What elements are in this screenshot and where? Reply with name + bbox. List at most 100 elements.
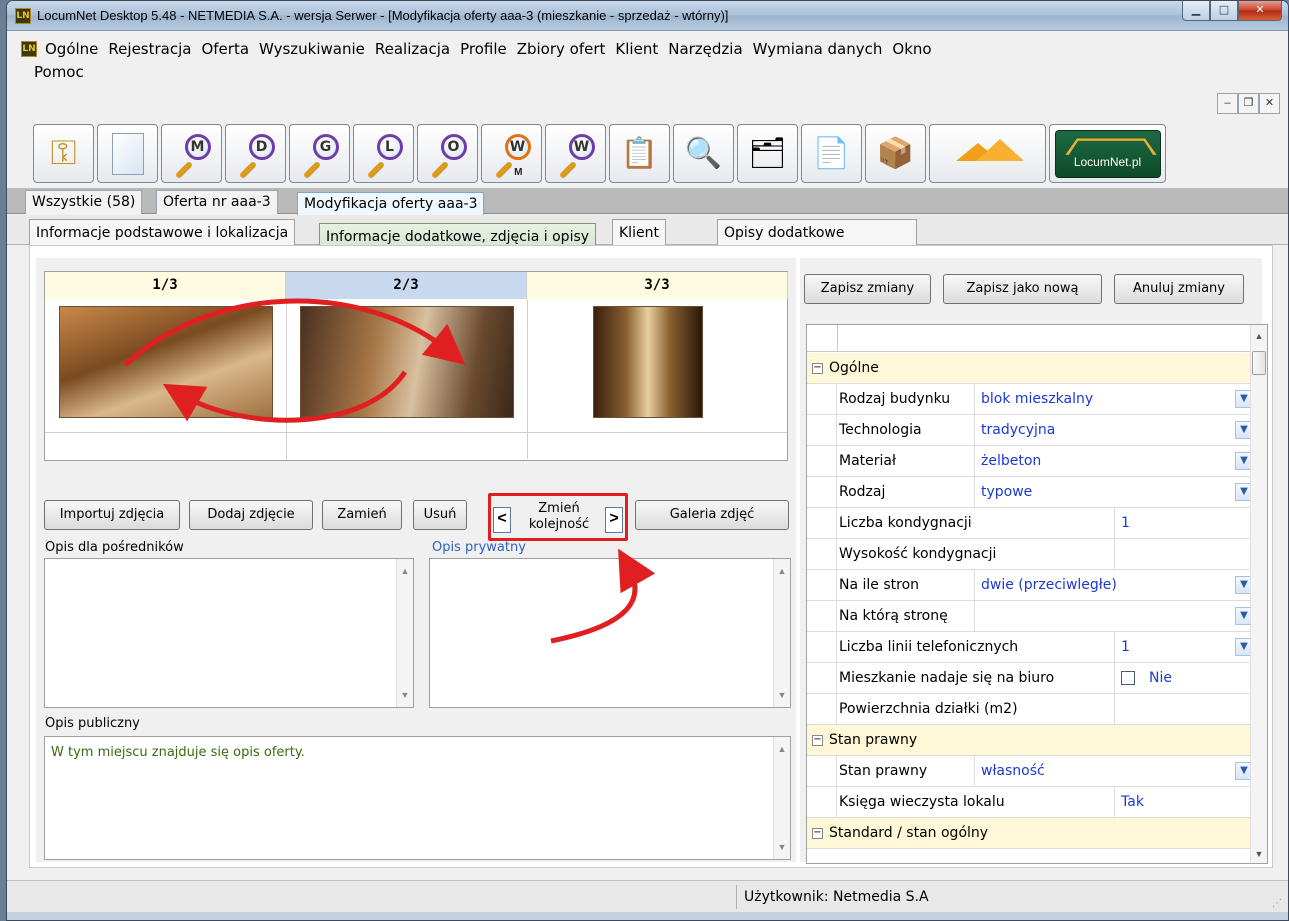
scroll-thumb[interactable] (1252, 351, 1266, 375)
menu-item-1[interactable]: Rejestracja (108, 40, 191, 58)
public-description-input[interactable]: W tym miejscu znajduje się opis oferty. … (44, 736, 791, 860)
property-value[interactable]: Tak (1114, 787, 1255, 817)
toolbar-home-button[interactable] (929, 124, 1046, 183)
property-row[interactable]: Wysokość kondygnacji (807, 539, 1255, 570)
tab-client[interactable]: Klient (612, 219, 666, 245)
property-row[interactable]: Liczba linii telefonicznych 1 ▼ (807, 632, 1255, 663)
agents-description-scrollbar[interactable]: ▲ ▼ (396, 559, 413, 707)
property-value[interactable]: własność (974, 756, 1255, 786)
toolbar-add-client-button[interactable]: 📋 (609, 124, 670, 183)
toolbar-login-button[interactable]: ⚿ (33, 124, 94, 183)
replace-photo-button[interactable]: Zamień (322, 500, 402, 530)
toolbar-search-g-button[interactable]: G (289, 124, 350, 183)
toolbar-search-l-button[interactable]: L (353, 124, 414, 183)
row-gutter (807, 787, 837, 817)
property-row[interactable]: Powierzchnia działki (m2) (807, 694, 1255, 725)
menu-item-pomoc[interactable]: Pomoc (34, 63, 84, 81)
agents-description-input[interactable]: ▲ ▼ (44, 558, 414, 708)
row-gutter (807, 756, 837, 786)
property-row[interactable]: Na którą stronę ▼ (807, 601, 1255, 632)
property-value[interactable] (974, 601, 1255, 631)
cancel-changes-button[interactable]: Anuluj zmiany (1114, 274, 1244, 304)
tab-extra-descriptions[interactable]: Opisy dodatkowe (717, 219, 917, 245)
property-value[interactable] (1114, 694, 1255, 724)
property-row[interactable]: Stan prawny własność ▼ (807, 756, 1255, 787)
move-right-button[interactable]: > (605, 507, 623, 533)
toolbar-report-button[interactable]: 📄 (801, 124, 862, 183)
minimize-icon[interactable]: ▁ (1182, 1, 1210, 21)
row-gutter (807, 477, 837, 507)
property-name: Standard / stan ogólny (829, 825, 989, 841)
toolbar-search-d-button[interactable]: D (225, 124, 286, 183)
property-value[interactable] (1114, 539, 1255, 569)
close-icon[interactable]: ✕ (1238, 1, 1282, 21)
maximize-icon[interactable]: □ (1210, 1, 1238, 21)
toolbar-export-button[interactable]: 📦 (865, 124, 926, 183)
menu-item-5[interactable]: Profile (460, 40, 507, 58)
property-category[interactable]: − Standard / stan ogólny (807, 818, 1255, 849)
menu-item-3[interactable]: Wyszukiwanie (259, 40, 365, 58)
property-value[interactable]: tradycyjna (974, 415, 1255, 445)
tab-offer[interactable]: Oferta nr aaa-3 (156, 190, 278, 214)
toolbar-search-m-button[interactable]: M (161, 124, 222, 183)
property-value[interactable]: typowe (974, 477, 1255, 507)
property-row[interactable]: Rodzaj typowe ▼ (807, 477, 1255, 508)
property-row[interactable]: Technologia tradycyjna ▼ (807, 415, 1255, 446)
property-row[interactable]: Na ile stron dwie (przeciwległe) ▼ (807, 570, 1255, 601)
tab-basic-info[interactable]: Informacje podstawowe i lokalizacja (29, 219, 296, 245)
property-value[interactable]: 1 (1114, 632, 1255, 662)
property-name: Rodzaj (839, 484, 886, 500)
scroll-up-icon[interactable]: ▲ (1251, 331, 1267, 341)
photo-gallery-button[interactable]: Galeria zdjęć (635, 500, 789, 530)
save-as-new-button[interactable]: Zapisz jako nową (943, 274, 1102, 304)
menu-item-9[interactable]: Wymiana danych (753, 40, 883, 58)
property-category[interactable]: − Ogólne (807, 353, 1255, 384)
collapse-icon[interactable]: − (812, 735, 823, 746)
toolbar-new-button[interactable] (97, 124, 158, 183)
resize-grip-icon[interactable]: ⋰ (1272, 898, 1282, 909)
property-row[interactable]: Materiał żelbeton ▼ (807, 446, 1255, 477)
menu-item-4[interactable]: Realizacja (375, 40, 450, 58)
collapse-icon[interactable]: − (812, 363, 823, 374)
property-value-text: tradycyjna (981, 422, 1056, 438)
menu-item-8[interactable]: Narzędzia (668, 40, 742, 58)
menu-item-2[interactable]: Oferta (201, 40, 249, 58)
tab-all-offers[interactable]: Wszystkie (58) (25, 190, 143, 214)
property-value-text: Tak (1121, 794, 1144, 810)
tab-modify-offer[interactable]: Modyfikacja oferty aaa-3 (297, 192, 485, 216)
property-value[interactable]: blok mieszkalny (974, 384, 1255, 414)
title-bar[interactable]: LN LocumNet Desktop 5.48 - NETMEDIA S.A.… (7, 1, 1288, 31)
save-changes-button[interactable]: Zapisz zmiany (804, 274, 931, 304)
property-row[interactable]: Mieszkanie nadaje się na biuro Nie (807, 663, 1255, 694)
toolbar-search-o-button[interactable]: O (417, 124, 478, 183)
menu-item-0[interactable]: Ogólne (45, 40, 98, 58)
property-grid-scrollbar[interactable]: ▲ ▼ (1250, 325, 1267, 863)
import-photos-button[interactable]: Importuj zdjęcia (44, 500, 180, 530)
move-left-button[interactable]: < (493, 507, 511, 533)
scroll-down-icon[interactable]: ▼ (1251, 849, 1267, 859)
toolbar-search-wm-button[interactable]: WM (481, 124, 542, 183)
add-photo-button[interactable]: Dodaj zdjęcie (189, 500, 313, 530)
toolbar-search-client-button[interactable]: 🔍 (673, 124, 734, 183)
public-description-scrollbar[interactable]: ▲ ▼ (773, 737, 790, 859)
toolbar-locumnet-button[interactable]: LocumNet.pl (1049, 124, 1166, 183)
menu-item-6[interactable]: Zbiory ofert (517, 40, 606, 58)
menu-item-10[interactable]: Okno (892, 40, 931, 58)
collapse-icon[interactable]: − (812, 828, 823, 839)
menu-item-7[interactable]: Klient (615, 40, 658, 58)
window-controls: ▁ □ ✕ (1182, 1, 1282, 21)
property-row[interactable]: Liczba kondygnacji 1 (807, 508, 1255, 539)
private-description-scrollbar[interactable]: ▲ ▼ (773, 559, 790, 707)
property-value[interactable]: 1 (1114, 508, 1255, 538)
property-row[interactable]: Rodzaj budynku blok mieszkalny ▼ (807, 384, 1255, 415)
property-row[interactable]: Księga wieczysta lokalu Tak (807, 787, 1255, 818)
delete-photo-button[interactable]: Usuń (413, 500, 467, 530)
property-value[interactable]: dwie (przeciwległe) (974, 570, 1255, 600)
property-category[interactable]: − Stan prawny (807, 725, 1255, 756)
mdi-app-icon[interactable]: LN (21, 41, 37, 57)
toolbar-client-docs-button[interactable]: 🗂 (737, 124, 798, 183)
property-value[interactable]: żelbeton (974, 446, 1255, 476)
toolbar-search-w-button[interactable]: W (545, 124, 606, 183)
checkbox[interactable] (1121, 671, 1135, 685)
property-value[interactable]: Nie (1114, 663, 1255, 693)
